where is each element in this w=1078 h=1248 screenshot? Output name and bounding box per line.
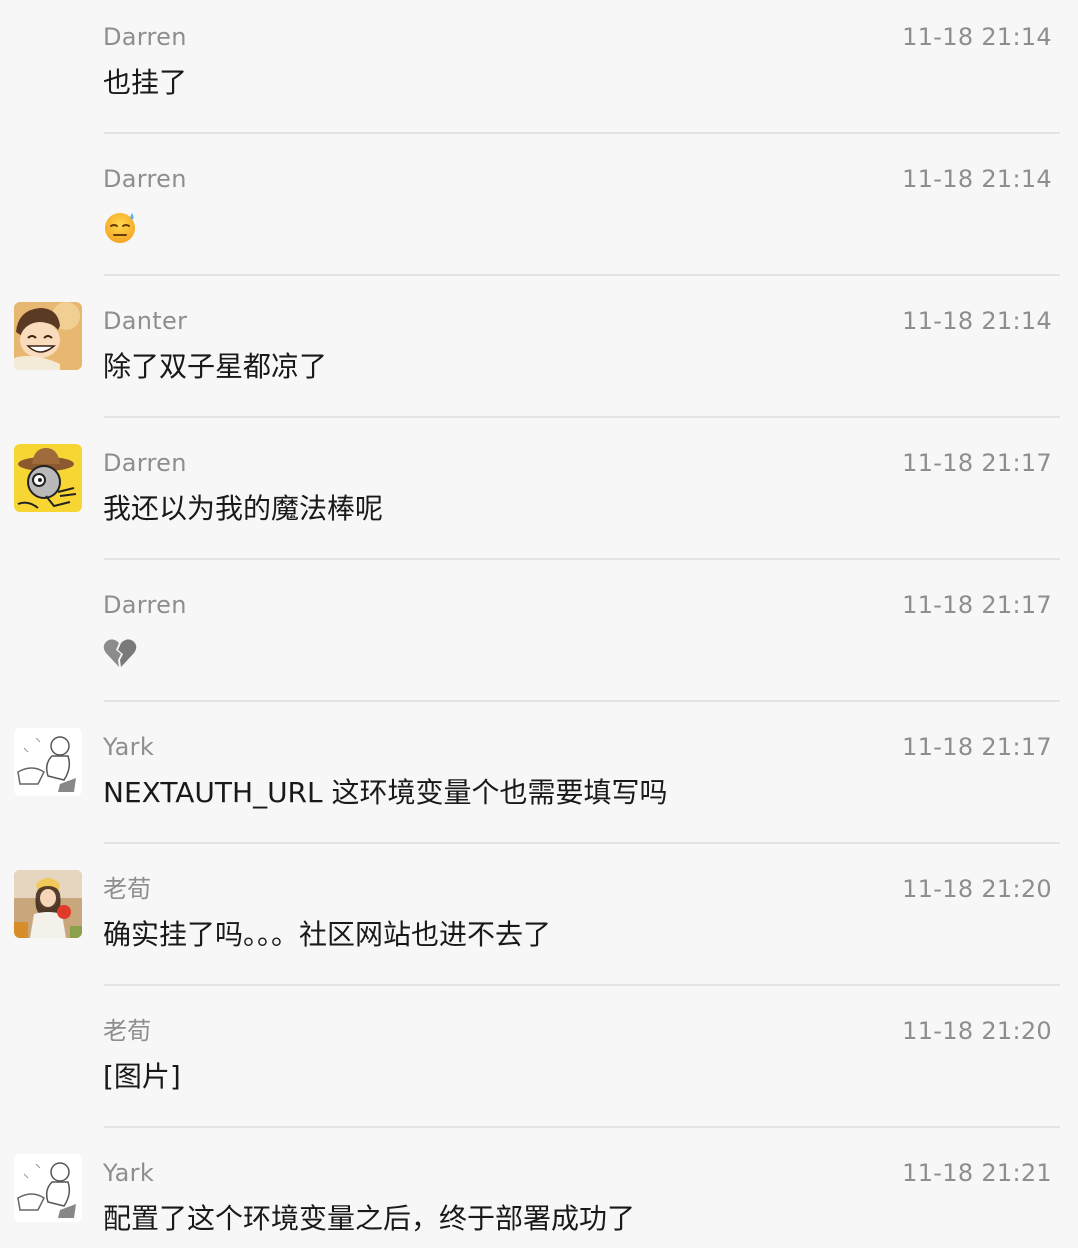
sender-name[interactable]: Yark — [103, 732, 154, 762]
sketch-avatar[interactable] — [14, 728, 82, 796]
divider — [104, 842, 1060, 844]
message-text[interactable]: 配置了这个环境变量之后，终于部署成功了 — [103, 1200, 635, 1238]
message-text[interactable]: 除了双子星都凉了 — [103, 348, 327, 386]
divider — [104, 558, 1060, 560]
message-row[interactable]: Darren 11-18 21:17 — [0, 568, 1078, 710]
cowboy-cartoon-avatar[interactable] — [14, 444, 82, 512]
message-time: 11-18 21:21 — [902, 1159, 1052, 1187]
divider — [104, 984, 1060, 986]
broken-heart-emoji-icon — [103, 639, 137, 667]
message-row[interactable]: Darren 11-18 21:17 我还以为我的魔法棒呢 — [0, 426, 1078, 568]
message-row[interactable]: 老荀 11-18 21:20 [图片] — [0, 994, 1078, 1136]
message-row[interactable]: Darren 11-18 21:14 也挂了 — [0, 0, 1078, 142]
sender-name[interactable]: Yark — [103, 1158, 154, 1188]
sender-name[interactable]: Darren — [103, 164, 187, 194]
sender-name[interactable]: Darren — [103, 22, 187, 52]
divider — [104, 700, 1060, 702]
sender-name[interactable]: 老荀 — [103, 874, 152, 904]
message-text[interactable]: NEXTAUTH_URL 这环境变量个也需要填写吗 — [103, 774, 668, 812]
message-time: 11-18 21:14 — [902, 307, 1052, 335]
photo-girl-avatar[interactable] — [14, 870, 82, 938]
message-time: 11-18 21:20 — [902, 1017, 1052, 1045]
message-row[interactable]: Danter 11-18 21:14 除了双子星都凉了 — [0, 284, 1078, 426]
divider — [104, 1126, 1060, 1128]
sender-name[interactable]: Darren — [103, 448, 187, 478]
message-time: 11-18 21:17 — [902, 733, 1052, 761]
message-text[interactable]: [图片] — [103, 1058, 181, 1096]
message-row[interactable]: Yark 11-18 21:21 配置了这个环境变量之后，终于部署成功了 — [0, 1136, 1078, 1248]
message-content[interactable] — [103, 206, 139, 245]
sender-name[interactable]: Darren — [103, 590, 187, 620]
message-text[interactable]: 也挂了 — [103, 64, 187, 102]
sender-name[interactable]: Danter — [103, 306, 187, 336]
message-time: 11-18 21:20 — [902, 875, 1052, 903]
sketch-avatar[interactable] — [14, 1154, 82, 1222]
message-text[interactable]: 我还以为我的魔法棒呢 — [103, 490, 383, 528]
message-row[interactable]: Darren 11-18 21:14 — [0, 142, 1078, 284]
message-content[interactable] — [103, 632, 137, 670]
divider — [104, 274, 1060, 276]
message-time: 11-18 21:14 — [902, 165, 1052, 193]
divider — [104, 132, 1060, 134]
message-text[interactable]: 确实挂了吗。。。社区网站也进不去了 — [103, 916, 551, 954]
message-time: 11-18 21:14 — [902, 23, 1052, 51]
message-time: 11-18 21:17 — [902, 449, 1052, 477]
sweat-smile-emoji-icon — [105, 213, 135, 243]
message-row[interactable]: 老荀 11-18 21:20 确实挂了吗。。。社区网站也进不去了 — [0, 852, 1078, 994]
divider — [104, 416, 1060, 418]
message-row[interactable]: Yark 11-18 21:17 NEXTAUTH_URL 这环境变量个也需要填… — [0, 710, 1078, 852]
sender-name[interactable]: 老荀 — [103, 1016, 152, 1046]
cartoon-boy-avatar[interactable] — [14, 302, 82, 370]
message-time: 11-18 21:17 — [902, 591, 1052, 619]
chat-message-list: Darren 11-18 21:14 也挂了 Darren 11-18 21:1… — [0, 0, 1078, 1248]
